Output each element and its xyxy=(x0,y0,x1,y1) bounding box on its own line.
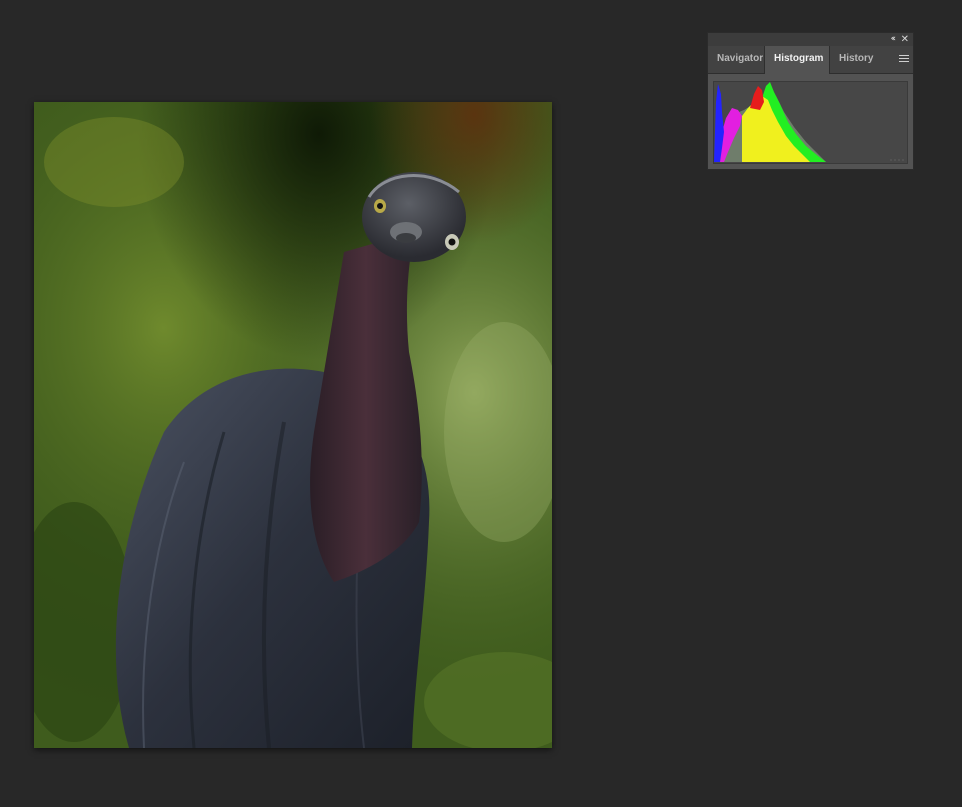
hamburger-menu-icon[interactable] xyxy=(899,55,909,64)
panel-tab-bar: Navigator Histogram History xyxy=(708,46,913,74)
histogram-panel[interactable]: ‹‹ ✕ Navigator Histogram History xyxy=(707,32,914,170)
workspace: ‹‹ ✕ Navigator Histogram History xyxy=(0,0,962,807)
document-canvas[interactable] xyxy=(34,102,552,748)
close-icon[interactable]: ✕ xyxy=(901,33,909,46)
tab-histogram[interactable]: Histogram xyxy=(764,46,830,74)
double-chevron-left-icon[interactable]: ‹‹ xyxy=(891,33,897,46)
photo xyxy=(34,102,552,748)
histogram-graph xyxy=(713,81,908,164)
tab-history[interactable]: History xyxy=(830,46,876,74)
tab-navigator[interactable]: Navigator xyxy=(708,46,764,74)
panel-title-bar[interactable]: ‹‹ ✕ xyxy=(708,33,913,46)
